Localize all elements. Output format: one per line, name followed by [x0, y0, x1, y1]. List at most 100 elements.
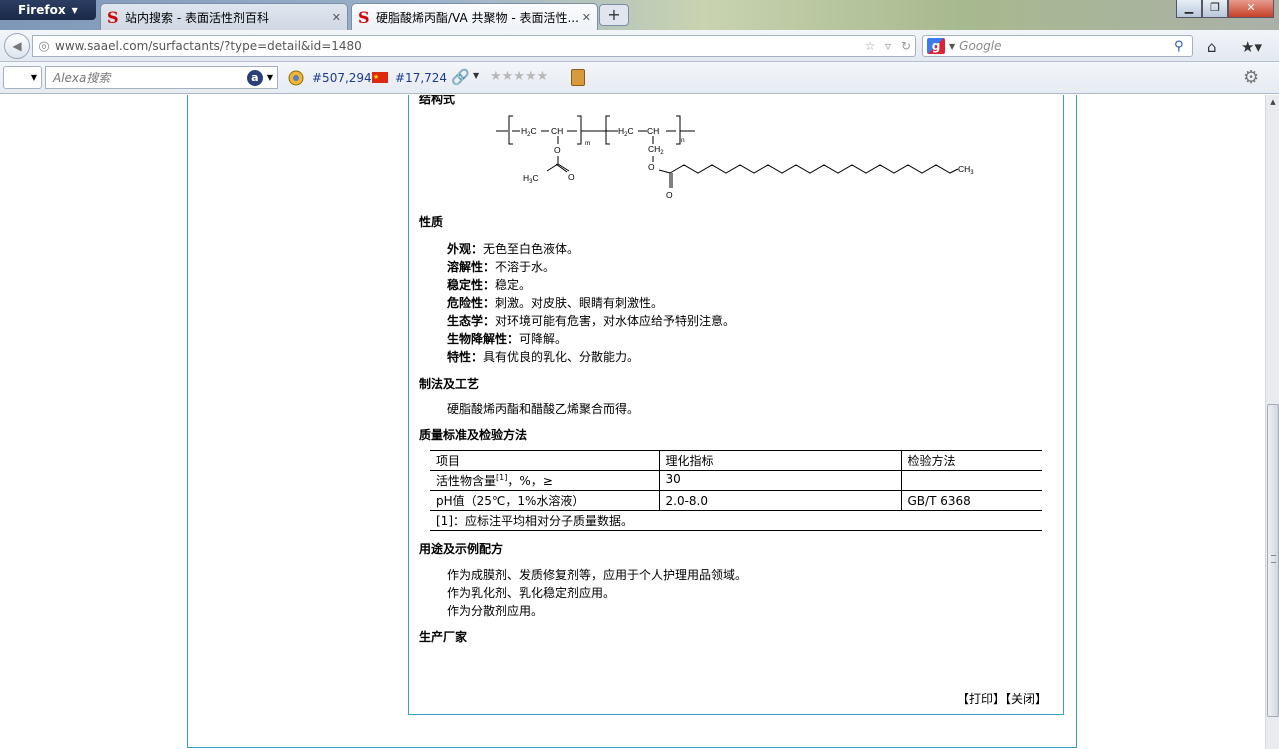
table-row: pH值（25℃，1%水溶液） 2.0-8.0 GB/T 6368 [430, 490, 1042, 511]
table-footnote-row: [1]：应标注平均相对分子质量数据。 [430, 510, 1042, 531]
google-icon[interactable]: g [927, 38, 945, 54]
rating-stars-icon[interactable]: ★★★★★ [490, 69, 548, 84]
tab-search[interactable]: S 站内搜索 - 表面活性剂百科 ✕ [100, 3, 348, 30]
close-link[interactable]: 【关闭】 [1005, 692, 1047, 706]
property-value: 不溶于水。 [495, 260, 556, 274]
item-text: 活性物含量 [436, 474, 497, 488]
search-icon[interactable]: ⚲ [1174, 39, 1192, 54]
tab-title: 站内搜索 - 表面活性剂百科 [125, 10, 269, 25]
property-key: 危险性： [447, 296, 496, 310]
scroll-up-icon[interactable]: ▲ [1266, 95, 1279, 109]
page-viewport: 结构式 H2C CH O m H3C O H2C CH n CH2 O O CH… [0, 95, 1265, 749]
related-links-icon[interactable]: 🔗 [451, 68, 470, 86]
formula-label-h2c: H2C [618, 126, 634, 138]
globe-icon: ◎ [38, 38, 50, 54]
property-appearance: 外观：无色至白色液体。 [447, 240, 579, 257]
notebook-icon[interactable] [571, 69, 585, 86]
back-icon[interactable]: ◀ [4, 33, 30, 59]
navigation-toolbar: ◀ ◎ www.saael.com/surfactants/?type=deta… [0, 30, 1279, 62]
formula-label-o: O [648, 162, 655, 172]
table-row: 活性物含量[1]，%，≥ 30 [430, 470, 1042, 491]
formula-label-h2c: H2C [521, 126, 537, 138]
url-bar[interactable]: ◎ www.saael.com/surfactants/?type=detail… [32, 35, 916, 57]
search-bar[interactable]: g ▼ Google ⚲ [922, 35, 1193, 57]
formula-label-o: O [568, 172, 575, 182]
chevron-down-icon[interactable]: ▼ [473, 71, 479, 80]
property-stability: 稳定性：稳定。 [447, 276, 531, 293]
process-heading: 制法及工艺 [419, 377, 480, 391]
close-window-button[interactable]: ✕ [1228, 0, 1274, 18]
print-link[interactable]: 【打印】 [957, 692, 1005, 706]
formula-label-o: O [554, 145, 561, 155]
process-text: 硬脂酸烯丙酯和醋酸乙烯聚合而得。 [447, 402, 640, 416]
property-value: 具有优良的乳化、分散能力。 [483, 350, 640, 364]
property-hazard: 危险性：刺激。对皮肤、眼睛有刺激性。 [447, 294, 663, 311]
column-header: 检验方法 [900, 450, 1042, 471]
footnote-ref: [1] [496, 473, 508, 482]
formula-label-h3c: H3C [523, 173, 539, 185]
property-ecology: 生态学：对环境可能有危害，对水体应给予特别注意。 [447, 312, 735, 329]
home-icon[interactable]: ⌂ [1207, 38, 1217, 56]
site-favicon-icon: S [107, 7, 119, 27]
structural-formula: H2C CH O m H3C O H2C CH n CH2 O O CH3 [496, 115, 974, 200]
country-rank-text[interactable]: #17,724 [395, 71, 447, 85]
table-cell-item: pH值（25℃，1%水溶液） [430, 490, 659, 511]
formula-label-ch2: CH2 [648, 144, 664, 156]
search-input[interactable]: Google [959, 39, 1174, 53]
property-value: 可降解。 [519, 332, 568, 346]
quality-table: 项目 理化指标 检验方法 活性物含量[1]，%，≥ 30 pH值（25℃，1%水… [430, 450, 1042, 531]
star-icon[interactable]: ☆ [861, 39, 879, 53]
close-tab-icon[interactable]: ✕ [332, 11, 341, 24]
gear-icon[interactable]: ⚙ [1243, 67, 1259, 88]
quality-heading: 质量标准及检验方法 [419, 428, 528, 442]
dropdown-arrow-icon[interactable]: ▿ [879, 39, 897, 53]
uses-heading: 用途及示例配方 [419, 542, 504, 556]
site-favicon-icon: S [358, 7, 370, 27]
close-tab-icon[interactable]: ✕ [582, 11, 591, 24]
table-cell-method: GB/T 6368 [900, 490, 1042, 511]
title-bar: Firefox ▼ S 站内搜索 - 表面活性剂百科 ✕ S 硬脂酸烯丙酯/VA… [0, 0, 1279, 30]
alexa-rank-icon[interactable] [288, 70, 304, 86]
bookmarks-icon[interactable]: ★▾ [1241, 38, 1262, 56]
item-suffix: ，%，≥ [507, 474, 553, 488]
minimize-button[interactable]: ▁ [1176, 0, 1202, 18]
column-header: 项目 [430, 450, 659, 471]
chevron-down-icon[interactable]: ▼ [949, 42, 955, 51]
alexa-search-field[interactable]: Alexa搜索 a ▼ [45, 66, 278, 89]
url-text[interactable]: www.saael.com/surfactants/?type=detail&i… [55, 39, 861, 53]
property-key: 稳定性： [447, 278, 496, 292]
alexa-rank-text[interactable]: #507,294 [312, 71, 372, 85]
property-value: 对环境可能有危害，对水体应给予特别注意。 [495, 314, 736, 328]
firefox-menu-label: Firefox [18, 3, 66, 17]
alexa-logo-icon[interactable]: a [246, 69, 263, 86]
formula-label-ch: CH [647, 126, 659, 136]
property-key: 外观： [447, 242, 484, 256]
scrollbar-grip-icon [1271, 555, 1276, 563]
formula-label-ch: CH [551, 126, 563, 136]
chevron-down-icon: ▼ [71, 5, 78, 15]
vertical-scrollbar[interactable]: ▲ [1265, 95, 1279, 749]
properties-heading: 性质 [419, 215, 444, 229]
property-key: 生物降解性： [447, 332, 520, 346]
chevron-down-icon[interactable]: ▼ [263, 73, 277, 82]
property-value: 稳定。 [495, 278, 532, 292]
property-value: 无色至白色液体。 [483, 242, 580, 256]
reload-icon[interactable]: ↻ [897, 39, 915, 53]
property-key: 生态学： [447, 314, 496, 328]
table-cell-method [900, 470, 1042, 491]
tab-detail[interactable]: S 硬脂酸烯丙酯/VA 共聚物 - 表面活性... ✕ [351, 3, 598, 30]
structure-heading: 结构式 [419, 95, 456, 106]
scrollbar-thumb[interactable] [1267, 404, 1279, 717]
new-tab-button[interactable]: + [599, 4, 629, 26]
tab-title: 硬脂酸烯丙酯/VA 共聚物 - 表面活性... [376, 10, 578, 25]
formula-label-n: n [681, 137, 685, 144]
table-footnote: [1]：应标注平均相对分子质量数据。 [430, 510, 1042, 531]
formula-label-o: O [666, 190, 673, 200]
property-solubility: 溶解性：不溶于水。 [447, 258, 555, 275]
firefox-menu-button[interactable]: Firefox ▼ [0, 0, 96, 20]
alexa-menu-dropdown[interactable]: ▼ [3, 66, 42, 89]
alexa-toolbar: ▼ Alexa搜索 a ▼ #507,294 ★ #17,724 🔗 ▼ ★★★… [0, 62, 1279, 94]
maximize-button[interactable]: ❐ [1202, 0, 1228, 18]
alexa-search-input[interactable]: Alexa搜索 [46, 69, 247, 86]
formula-label-ch3: CH3 [958, 164, 974, 176]
